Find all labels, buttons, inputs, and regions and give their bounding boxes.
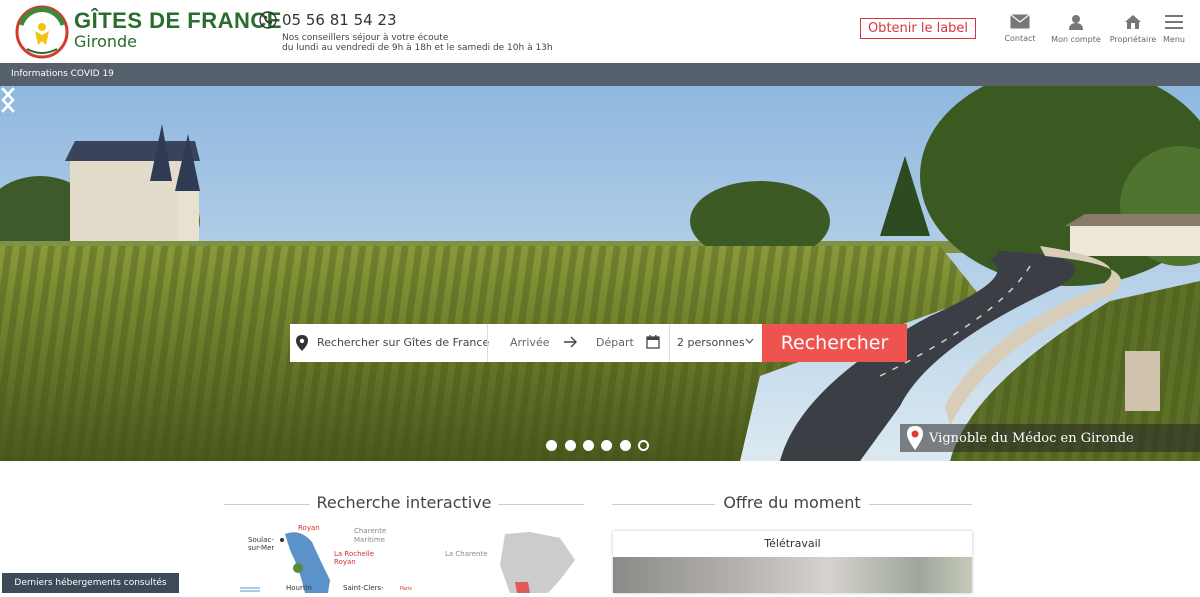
section-rule xyxy=(612,504,715,505)
slide-caption: Vignoble du Médoc en Gironde xyxy=(900,424,1200,452)
nav-menu-label: Menu xyxy=(1163,35,1185,44)
arrow-right-icon xyxy=(564,336,577,348)
map-pin-icon xyxy=(907,426,923,450)
section-rule xyxy=(869,504,972,505)
section-rule xyxy=(498,504,584,505)
brand-subtitle: Gironde xyxy=(74,32,137,51)
search-divider xyxy=(487,324,488,362)
map-label: Royan xyxy=(334,558,356,566)
interactive-search-title: Recherche interactive xyxy=(316,493,492,512)
slider-dot[interactable] xyxy=(601,440,612,451)
slider-dot[interactable] xyxy=(620,440,631,451)
chevron-down-icon[interactable] xyxy=(745,338,754,344)
brand-title: GÎTES DE FRANCE xyxy=(74,8,282,33)
hero-slider xyxy=(0,86,1200,461)
hero-image xyxy=(0,86,1200,461)
covid-info-link[interactable]: Informations COVID 19 xyxy=(11,69,114,79)
slider-dot[interactable] xyxy=(583,440,594,451)
slider-next-arrow[interactable] xyxy=(0,86,16,114)
search-submit-button[interactable]: Rechercher xyxy=(762,324,907,362)
guests-select[interactable]: 2 personnes xyxy=(677,336,745,349)
phone-icon xyxy=(259,11,277,29)
gites-de-france-logo[interactable] xyxy=(15,5,69,59)
phone-number[interactable]: 05 56 81 54 23 xyxy=(282,11,397,29)
nav-contact[interactable]: Contact xyxy=(992,14,1048,43)
map-label: Hourtin xyxy=(286,584,312,592)
search-bar: Rechercher sur Gîtes de France Arrivée D… xyxy=(290,324,907,362)
map-label: La Charente xyxy=(445,550,488,558)
opening-hours-line2: du lundi au vendredi de 9h à 18h et le s… xyxy=(282,43,553,53)
calendar-icon[interactable] xyxy=(646,335,660,349)
section-rule xyxy=(224,504,310,505)
nav-account[interactable]: Mon compte xyxy=(1048,14,1104,44)
slider-dot[interactable] xyxy=(565,440,576,451)
obtain-label-button[interactable]: Obtenir le label xyxy=(860,18,976,39)
departure-date-field[interactable]: Départ xyxy=(596,336,634,349)
nav-contact-label: Contact xyxy=(1004,34,1036,43)
recently-viewed-button[interactable]: Derniers hébergements consultés xyxy=(2,573,179,593)
map-label: La Rochelle xyxy=(334,550,375,558)
arrival-date-field[interactable]: Arrivée xyxy=(510,336,549,349)
user-icon xyxy=(1069,15,1083,30)
nav-account-label: Mon compte xyxy=(1051,35,1101,44)
search-divider xyxy=(669,324,670,362)
covid-info-bar[interactable]: Informations COVID 19 xyxy=(0,63,1200,86)
slide-caption-text: Vignoble du Médoc en Gironde xyxy=(929,431,1134,446)
slider-dot-active[interactable] xyxy=(638,440,649,451)
offer-card-title: Télétravail xyxy=(764,537,821,550)
map-label: Charente xyxy=(354,527,387,535)
offer-title: Offre du moment xyxy=(723,493,861,512)
interactive-map[interactable]: Soulac- sur-Mer Royan Charente Maritime … xyxy=(230,520,590,593)
offer-card-image xyxy=(613,557,972,593)
map-label: Soulac- xyxy=(248,536,274,544)
location-pin-icon xyxy=(296,335,308,351)
house-icon xyxy=(1125,15,1141,29)
map-label: Royan xyxy=(298,524,320,532)
nav-menu[interactable]: Menu xyxy=(1146,14,1200,44)
hamburger-icon xyxy=(1165,15,1183,29)
map-label: sur-Mer xyxy=(248,544,275,552)
mail-icon xyxy=(1010,14,1030,29)
gironde-map-graphic xyxy=(240,532,575,593)
slider-dot[interactable] xyxy=(546,440,557,451)
destination-search-input[interactable]: Rechercher sur Gîtes de France xyxy=(317,336,489,349)
map-label: Paris xyxy=(400,586,412,592)
map-label: Saint-Clers- xyxy=(343,584,384,592)
offer-card[interactable]: Télétravail xyxy=(613,531,972,593)
opening-hours-line1: Nos conseillers séjour à votre écoute xyxy=(282,33,449,43)
map-label: Maritime xyxy=(354,536,385,544)
site-header: GÎTES DE FRANCE Gironde 05 56 81 54 23 N… xyxy=(0,0,1200,63)
